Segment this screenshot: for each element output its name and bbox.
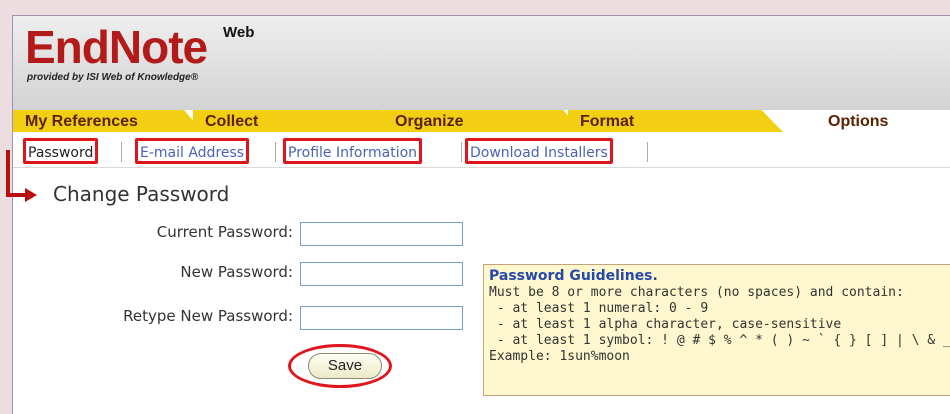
subnav-divider [121,142,122,162]
guidelines-title: Password Guidelines. [489,268,658,284]
logo-superscript: Web [223,24,255,41]
subnav-divider [275,142,276,162]
arrow-head-icon [25,188,37,202]
guideline-line: - at least 1 alpha character, case-sensi… [489,317,842,332]
subnav-download-installers[interactable]: Download Installers [465,138,613,164]
current-password-input[interactable] [300,222,463,246]
retype-password-label: Retype New Password: [123,307,293,325]
save-button[interactable]: Save [308,353,382,379]
password-guidelines-box: Password Guidelines. Must be 8 or more c… [483,264,950,396]
subnav-divider [647,142,648,162]
annotation-arrow-icon [6,150,10,196]
guideline-line: - at least 1 numeral: 0 - 9 [489,301,709,316]
app-header: EndNote Web provided by ISI Web of Knowl… [13,16,950,110]
tab-collect[interactable]: Collect [193,110,403,132]
subnav-profile-information[interactable]: Profile Information [283,138,423,164]
main-tabs: My References Collect Organize Format Op… [13,110,950,132]
guideline-line: Example: 1sun%moon [489,349,630,364]
options-subnav: Password E-mail Address Profile Informat… [13,132,950,168]
endnote-web-logo: EndNote Web provided by ISI Web of Knowl… [25,21,254,83]
tab-format[interactable]: Format [568,110,783,132]
guideline-line: Must be 8 or more characters (no spaces)… [489,285,904,300]
subnav-divider [461,142,462,162]
new-password-label: New Password: [180,263,293,281]
guideline-line: - at least 1 symbol: ! @ # $ % ^ * ( ) ~… [489,333,950,348]
current-password-label: Current Password: [156,223,293,241]
logo-subtitle: provided by ISI Web of Knowledge® [27,72,199,83]
retype-password-input[interactable] [300,306,463,330]
tab-organize[interactable]: Organize [383,110,583,132]
tab-options[interactable]: Options [813,110,950,132]
logo-title: EndNote [25,21,208,73]
subnav-password[interactable]: Password [23,138,99,164]
app-frame: EndNote Web provided by ISI Web of Knowl… [6,15,950,414]
new-password-input[interactable] [300,262,463,286]
subnav-email-address[interactable]: E-mail Address [135,138,250,164]
page-title: Change Password [53,182,230,206]
tab-my-references[interactable]: My References [13,110,203,132]
